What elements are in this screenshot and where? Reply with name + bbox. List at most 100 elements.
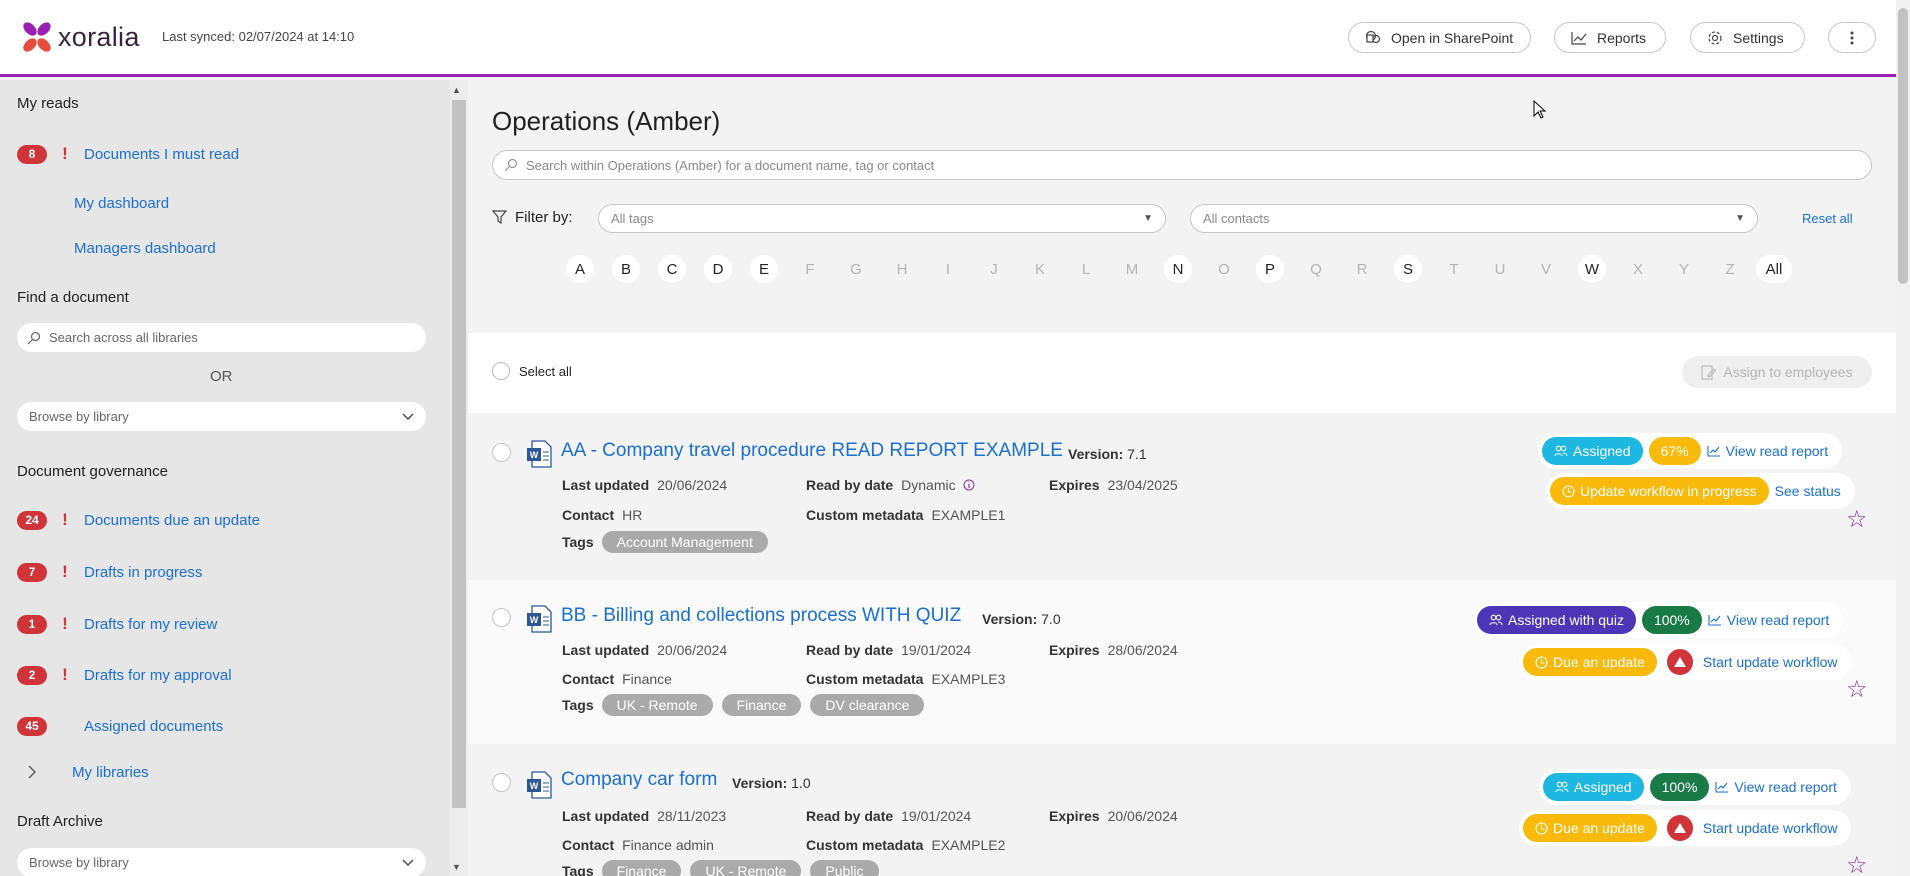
scroll-down-icon[interactable]: ▼ <box>452 862 461 872</box>
tag-chip[interactable]: UK - Remote <box>690 860 802 876</box>
letter-filter-s[interactable]: S <box>1394 255 1422 283</box>
assigned-badge: Assigned <box>1542 437 1643 465</box>
users-icon <box>1555 781 1569 793</box>
sidebar-item-due-update[interactable]: 24 ! Documents due an update <box>17 508 260 532</box>
version-value: 7.0 <box>1041 611 1061 627</box>
count-badge: 2 <box>17 665 47 685</box>
start-update-workflow-link[interactable]: Start update workflow <box>1703 820 1848 836</box>
letter-filter-n[interactable]: N <box>1164 255 1192 283</box>
tag-chip[interactable]: Account Management <box>601 531 768 553</box>
letter-filter-b[interactable]: B <box>612 255 640 283</box>
meta-value: 23/04/2025 <box>1107 477 1178 493</box>
reports-button[interactable]: Reports <box>1554 22 1666 53</box>
tags-placeholder: All tags <box>611 211 654 226</box>
favorite-star-icon[interactable]: ☆ <box>1846 675 1868 704</box>
sidebar-item-must-read[interactable]: 8 ! Documents I must read <box>17 142 239 166</box>
info-icon[interactable] <box>963 479 975 491</box>
tag-chip[interactable]: Finance <box>721 694 802 716</box>
select-all-label[interactable]: Select all <box>519 364 572 379</box>
start-update-workflow-link[interactable]: Start update workflow <box>1703 654 1848 670</box>
letter-filter-r: R <box>1356 260 1368 278</box>
settings-button[interactable]: Settings <box>1690 22 1805 53</box>
due-update-badge: Due an update <box>1523 814 1657 842</box>
alert-icon: ! <box>62 614 68 633</box>
tag-chip[interactable]: Finance <box>601 860 682 876</box>
logo-text: xoralia <box>58 21 140 52</box>
clock-icon <box>1562 484 1575 498</box>
tags-label: Tags <box>562 697 594 713</box>
view-read-report-link[interactable]: View read report <box>1707 443 1838 459</box>
document-title-link[interactable]: BB - Billing and collections process WIT… <box>561 605 961 627</box>
sidebar-item-drafts-for-approval[interactable]: 2 ! Drafts for my approval <box>17 663 232 687</box>
xoralia-logo[interactable]: xoralia <box>20 20 140 54</box>
letter-filter-w[interactable]: W <box>1578 255 1606 283</box>
letter-filter-all[interactable]: All <box>1756 255 1792 283</box>
document-title-link[interactable]: AA - Company travel procedure READ REPOR… <box>561 440 1063 462</box>
letter-filter-l: L <box>1081 260 1091 278</box>
browse-library-select[interactable]: Browse by library <box>17 402 426 431</box>
document-row[interactable]: W BB - Billing and collections process W… <box>468 580 1896 744</box>
browse-placeholder: Browse by library <box>29 855 129 870</box>
tag-chip[interactable]: UK - Remote <box>601 694 713 716</box>
sidebar-item-assigned-documents[interactable]: 45 Assigned documents <box>17 714 223 738</box>
version-info: Version: 1.0 <box>732 775 811 791</box>
letter-filter-c[interactable]: C <box>658 255 686 283</box>
meta-label: Contact <box>562 837 615 853</box>
main-scrollbar-thumb[interactable] <box>1898 8 1908 284</box>
view-read-report-link[interactable]: View read report <box>1715 779 1846 795</box>
warning-icon <box>1666 649 1693 675</box>
assign-to-employees-button[interactable]: Assign to employees <box>1682 356 1872 388</box>
top-bar: xoralia Last synced: 02/07/2024 at 14:10… <box>0 0 1896 77</box>
row-select-checkbox[interactable] <box>492 443 511 462</box>
find-document-heading: Find a document <box>17 289 129 306</box>
document-row[interactable]: W AA - Company travel procedure READ REP… <box>468 415 1896 579</box>
view-read-report-link[interactable]: View read report <box>1708 612 1839 628</box>
version-value: 1.0 <box>791 775 811 791</box>
contacts-filter-dropdown[interactable]: All contacts ▼ <box>1190 204 1758 233</box>
meta-value: Finance <box>622 671 672 687</box>
expires: Expires 20/06/2024 <box>1049 808 1178 824</box>
library-search-input[interactable]: Search across all libraries <box>17 323 426 352</box>
sidebar-item-my-libraries[interactable]: My libraries <box>17 760 149 784</box>
document-title-link[interactable]: Company car form <box>561 769 717 791</box>
meta-value: 20/06/2024 <box>1107 808 1178 824</box>
sidebar-item-label: Documents I must read <box>84 145 240 163</box>
tag-chip[interactable]: DV clearance <box>810 694 925 716</box>
version-info: Version: 7.0 <box>982 611 1061 627</box>
custom-metadata: Custom metadata EXAMPLE3 <box>806 671 1005 687</box>
sidebar-item-managers-dashboard[interactable]: Managers dashboard <box>74 240 216 257</box>
more-options-button[interactable] <box>1828 22 1876 53</box>
reset-all-link[interactable]: Reset all <box>1802 211 1853 226</box>
sidebar-scrollbar-thumb[interactable] <box>452 100 466 808</box>
document-row[interactable]: W Company car form Version: 1.0 Last upd… <box>468 746 1896 876</box>
library-search-input[interactable]: Search within Operations (Amber) for a d… <box>492 150 1872 180</box>
sidebar-item-label: My libraries <box>72 763 149 781</box>
status-row: Assigned 67% View read report <box>1538 433 1843 469</box>
letter-filter-j: J <box>990 260 998 278</box>
open-in-sharepoint-button[interactable]: Open in SharePoint <box>1348 22 1531 53</box>
row-select-checkbox[interactable] <box>492 608 511 627</box>
letter-filter-p[interactable]: P <box>1256 255 1284 283</box>
sidebar-item-drafts-in-progress[interactable]: 7 ! Drafts in progress <box>17 560 202 584</box>
meta-label: Expires <box>1049 477 1100 493</box>
letter-filter-x: X <box>1632 260 1643 278</box>
draft-archive-heading: Draft Archive <box>17 813 103 830</box>
tags-filter-dropdown[interactable]: All tags ▼ <box>598 204 1166 233</box>
scroll-up-icon[interactable]: ▲ <box>452 85 461 95</box>
tag-chip[interactable]: Public <box>810 860 879 876</box>
letter-filter-a[interactable]: A <box>566 255 594 283</box>
meta-value: HR <box>622 507 643 523</box>
sidebar-item-drafts-for-review[interactable]: 1 ! Drafts for my review <box>17 612 217 636</box>
row-select-checkbox[interactable] <box>492 773 511 792</box>
letter-filter-d[interactable]: D <box>704 255 732 283</box>
letter-filter-y: Y <box>1678 260 1689 278</box>
users-icon <box>1489 614 1503 626</box>
select-all-checkbox[interactable] <box>492 362 510 380</box>
draft-archive-select[interactable]: Browse by library <box>17 848 426 876</box>
favorite-star-icon[interactable]: ☆ <box>1846 851 1868 876</box>
sidebar-item-my-dashboard[interactable]: My dashboard <box>74 195 169 212</box>
letter-filter-e[interactable]: E <box>750 255 778 283</box>
favorite-star-icon[interactable]: ☆ <box>1846 505 1868 534</box>
word-document-icon: W <box>527 605 552 633</box>
see-status-link[interactable]: See status <box>1775 483 1851 499</box>
